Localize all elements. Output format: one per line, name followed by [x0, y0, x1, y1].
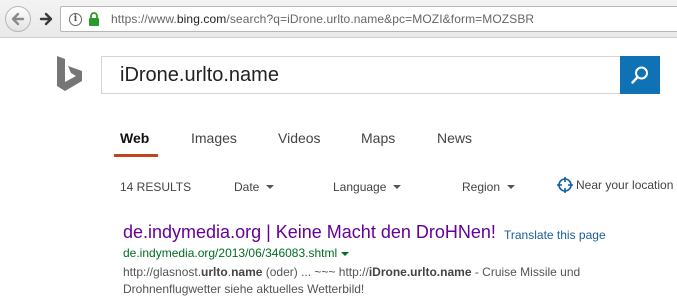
region-filter[interactable]: Region — [462, 180, 516, 194]
date-filter[interactable]: Date — [234, 180, 275, 194]
lock-icon[interactable] — [88, 12, 100, 26]
search-button[interactable] — [620, 56, 660, 94]
snippet-text: (oder) ... ~~~ http:// — [262, 265, 369, 279]
bing-logo[interactable] — [55, 54, 85, 94]
tab-videos[interactable]: Videos — [278, 130, 321, 146]
scope-tabs: Web Images Videos Maps News — [0, 130, 677, 158]
url-path: /search?q=iDrone.urlto.name&pc=MOZI&form… — [226, 12, 535, 26]
url-text[interactable]: https://www.bing.com/search?q=iDrone.url… — [111, 12, 534, 26]
chevron-down-icon — [507, 184, 516, 189]
chevron-down-icon — [266, 184, 275, 189]
arrow-left-icon — [11, 12, 25, 26]
search-box[interactable] — [101, 56, 621, 94]
results-count: 14 RESULTS — [120, 180, 192, 194]
region-filter-label: Region — [462, 180, 501, 194]
url-domain: bing.com — [176, 12, 227, 26]
translate-link[interactable]: Translate this page — [504, 228, 606, 242]
address-bar[interactable]: i https://www.bing.com/search?q=iDrone.u… — [60, 6, 677, 32]
chevron-down-icon[interactable] — [341, 251, 350, 256]
active-tab-indicator — [114, 154, 158, 157]
result-cite: de.indymedia.org/2013/06/346083.shtml — [123, 246, 677, 260]
result-title-link[interactable]: de.indymedia.org | Keine Macht den DroHN… — [123, 222, 496, 242]
date-filter-label: Date — [234, 180, 260, 194]
location-target-icon — [557, 177, 573, 193]
forward-button[interactable] — [36, 9, 56, 29]
search-icon — [631, 66, 648, 84]
tab-images[interactable]: Images — [191, 130, 237, 146]
snippet-highlight: iDrone.urlto.name — [368, 265, 472, 279]
chevron-down-icon — [393, 184, 402, 189]
near-location-label: Near your location — [576, 178, 674, 193]
tab-maps[interactable]: Maps — [361, 130, 395, 146]
search-result: de.indymedia.org | Keine Macht den DroHN… — [123, 222, 677, 298]
url-prefix: https://www. — [111, 12, 177, 26]
tab-web[interactable]: Web — [120, 130, 149, 146]
filter-bar: 14 RESULTS Date Language Region Near you… — [0, 177, 677, 198]
language-filter-label: Language — [333, 180, 387, 194]
browser-toolbar: i https://www.bing.com/search?q=iDrone.u… — [0, 0, 677, 38]
snippet-text: http://glasnost. — [123, 265, 202, 279]
result-snippet: http://glasnost.urlto.name (oder) ... ~~… — [123, 264, 643, 298]
snippet-highlight: name — [231, 265, 263, 279]
arrow-right-icon — [39, 12, 53, 26]
search-input[interactable] — [120, 64, 600, 87]
tab-news[interactable]: News — [437, 130, 472, 146]
result-url: de.indymedia.org/2013/06/346083.shtml — [123, 246, 338, 260]
near-location-filter[interactable]: Near your location — [557, 177, 674, 194]
info-icon[interactable]: i — [69, 13, 82, 26]
snippet-highlight: urlto — [201, 265, 228, 279]
back-button[interactable] — [5, 6, 31, 32]
language-filter[interactable]: Language — [333, 180, 402, 194]
